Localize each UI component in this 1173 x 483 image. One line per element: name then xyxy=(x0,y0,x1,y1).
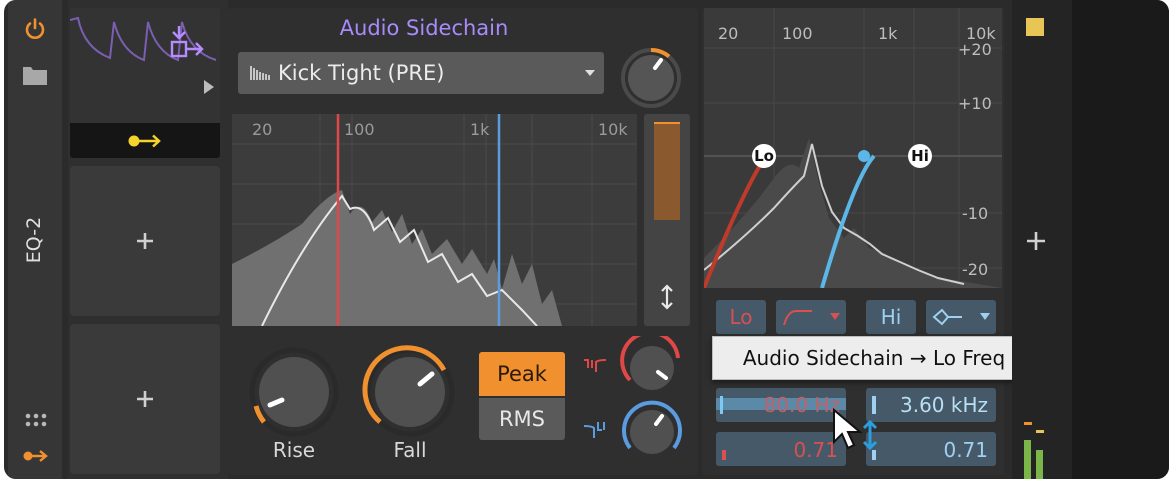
chevron-down-icon xyxy=(830,313,840,320)
device-window: EQ-2 Audio Sidechain Kick Tight (PRE) 20… xyxy=(4,0,1169,479)
audio-sidechain-panel: Audio Sidechain Kick Tight (PRE) 20 100 … xyxy=(228,8,698,475)
lo-band-handle[interactable]: Lo xyxy=(752,144,776,168)
rms-mode-button[interactable]: RMS xyxy=(479,398,565,440)
device-name-label: EQ-2 xyxy=(23,216,45,264)
meter-peak-left xyxy=(1024,422,1032,425)
eq-freq-label: 100 xyxy=(782,24,813,43)
sidechain-arrow-icon[interactable] xyxy=(22,448,50,464)
hi-q-field[interactable]: 0.71 xyxy=(866,432,996,466)
grid-dots-icon[interactable] xyxy=(25,413,47,433)
lo-q-value: 0.71 xyxy=(793,438,838,462)
mouse-cursor-icon xyxy=(833,408,878,451)
sidechain-routing-bar[interactable] xyxy=(70,123,220,158)
spectrum-freq-label: 1k xyxy=(470,120,490,139)
rise-knob[interactable] xyxy=(246,344,342,440)
hi-filter-type-dropdown[interactable] xyxy=(926,300,996,334)
folder-icon[interactable] xyxy=(22,64,48,86)
lowcut-shape-icon xyxy=(783,310,812,326)
hi-q-value: 0.71 xyxy=(943,438,988,462)
hi-band-toggle[interactable]: Hi xyxy=(866,300,916,334)
hi-band-handle[interactable]: Hi xyxy=(908,144,932,168)
eq-panel: Lo Hi 20 100 1k 10k +20 +10 -10 -20 Lo H… xyxy=(702,8,1004,475)
modulator-thumbnail[interactable] xyxy=(70,8,220,158)
add-modulator-slot-2[interactable] xyxy=(70,324,220,474)
spectrum-freq-label: 100 xyxy=(344,120,375,139)
sidechain-spectrum[interactable]: 20 100 1k 10k xyxy=(232,114,637,326)
rise-label: Rise xyxy=(272,438,316,462)
device-header-bar: EQ-2 xyxy=(8,0,62,479)
eq-graph[interactable]: Lo Hi 20 100 1k 10k +20 +10 -10 -20 xyxy=(704,8,1002,288)
lo-q-field[interactable]: 0.71 xyxy=(716,432,846,466)
add-modulator-slot-1[interactable] xyxy=(70,166,220,316)
meter-bar-left xyxy=(1024,440,1031,479)
power-icon[interactable] xyxy=(23,17,47,41)
modulator-column xyxy=(68,0,228,479)
hi-freq-value: 3.60 kHz xyxy=(899,393,988,417)
vertical-resize-icon xyxy=(661,284,673,310)
gain-knob[interactable] xyxy=(619,46,683,110)
sidechain-level-meter[interactable] xyxy=(644,114,690,326)
lo-freq-field[interactable]: 80.0 Hz xyxy=(716,388,846,422)
fall-knob[interactable] xyxy=(362,344,458,440)
spectrum-freq-label: 10k xyxy=(598,120,628,139)
spectrum-freq-label: 20 xyxy=(252,120,273,139)
lo-band-toggle[interactable]: Lo xyxy=(716,300,766,334)
lo-freq-value: 80.0 Hz xyxy=(763,393,840,417)
peak-mode-button[interactable]: Peak xyxy=(479,352,565,396)
chevron-down-icon xyxy=(980,313,990,320)
eq-freq-label: 1k xyxy=(878,24,898,43)
highpass-filter-icon xyxy=(584,359,607,372)
lo-filter-type-dropdown[interactable] xyxy=(776,300,846,334)
track-color-swatch[interactable] xyxy=(1026,18,1044,36)
highpass-knob[interactable] xyxy=(620,330,684,400)
plus-icon xyxy=(137,233,153,249)
level-fill xyxy=(654,124,680,220)
eq-db-label: +10 xyxy=(958,94,992,113)
eq-db-label: -10 xyxy=(962,204,989,223)
dropdown-value: Kick Tight (PRE) xyxy=(278,61,445,85)
empty-area xyxy=(1072,0,1169,479)
plus-icon xyxy=(137,391,153,407)
level-peak-marker xyxy=(654,122,680,124)
chevron-down-icon xyxy=(585,70,595,76)
fall-label: Fall xyxy=(393,438,427,462)
bell-shape-icon xyxy=(932,308,962,326)
meter-bar-right xyxy=(1036,450,1043,479)
lowpass-filter-icon xyxy=(583,422,605,438)
waveform-icon xyxy=(250,66,270,80)
eq-freq-label: 20 xyxy=(718,24,739,43)
plus-icon[interactable] xyxy=(1025,230,1047,252)
sidechain-source-dropdown[interactable]: Kick Tight (PRE) xyxy=(238,52,604,94)
eq-db-label: +20 xyxy=(958,40,992,59)
sidechain-key-icon xyxy=(128,134,161,148)
modulation-target-icon xyxy=(170,26,204,58)
hi-freq-field[interactable]: 3.60 kHz xyxy=(866,388,996,422)
play-triangle-icon[interactable] xyxy=(202,78,216,96)
lowpass-knob[interactable] xyxy=(620,400,684,464)
eq-db-label: -20 xyxy=(962,260,989,279)
panel-title: Audio Sidechain xyxy=(339,16,509,40)
device-chain-strip xyxy=(1012,0,1072,479)
meter-peak-right xyxy=(1036,430,1044,433)
